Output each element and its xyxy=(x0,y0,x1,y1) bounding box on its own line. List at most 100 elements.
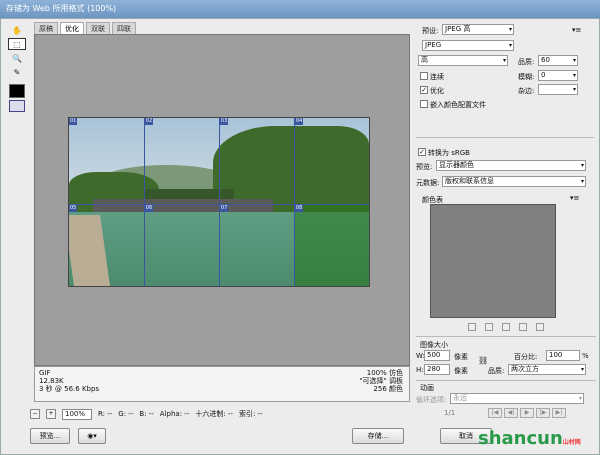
preview-label: 预览: xyxy=(416,163,433,171)
preview-value: 显示器颜色 xyxy=(439,161,474,169)
title-bar: 存储为 Web 所用格式 (100%) xyxy=(0,0,600,18)
matte-label: 杂边: xyxy=(518,87,535,95)
tab-optimized[interactable]: 优化 xyxy=(60,22,84,34)
hand-tool-icon[interactable]: ✋ xyxy=(8,24,26,36)
red-readout: R: -- xyxy=(98,410,113,418)
view-tabs: 原稿 优化 双联 四联 xyxy=(34,22,410,34)
embed-profile-checkbox[interactable] xyxy=(420,100,428,108)
slice-label[interactable]: 02 xyxy=(144,118,154,125)
zoom-in-button[interactable]: + xyxy=(46,409,56,419)
zoom-tool-icon[interactable]: 🔍 xyxy=(8,52,26,64)
link-constrain-icon[interactable]: ⛓ xyxy=(478,356,488,365)
optimized-checkbox[interactable]: ✓ xyxy=(420,86,428,94)
last-frame-icon[interactable]: ▶| xyxy=(552,408,566,418)
optimization-info: GIF 12.83K 3 秒 @ 56.6 Kbps 100% 仿色 "可选择"… xyxy=(34,366,410,402)
zoom-level-field[interactable]: 100% xyxy=(62,408,92,420)
new-color-icon[interactable] xyxy=(519,323,527,331)
optimized-label: 优化 xyxy=(430,87,444,95)
slice-label[interactable]: 07 xyxy=(219,204,229,212)
divider xyxy=(416,380,596,381)
next-frame-icon[interactable]: |▶ xyxy=(536,408,550,418)
resample-quality-value: 两次立方 xyxy=(511,365,539,373)
toolbox: ✋ ⬚ 🔍 ✎ xyxy=(4,22,30,112)
green-readout: G: -- xyxy=(118,410,134,418)
metadata-select[interactable]: 版权和联系信息 ▾ xyxy=(442,176,586,187)
quality-level-value: 高 xyxy=(421,56,428,64)
width-value: 500 xyxy=(427,351,441,359)
hex-readout: 十六进制: -- xyxy=(195,410,233,418)
preset-value: JPEG 高 xyxy=(445,25,471,33)
alpha-readout: Alpha: -- xyxy=(159,410,190,418)
blur-input[interactable]: 0 ▾ xyxy=(538,70,578,81)
chevron-down-icon: ▾ xyxy=(580,178,584,185)
web-shift-icon[interactable] xyxy=(485,323,493,331)
percent-input[interactable]: 100 xyxy=(546,350,580,361)
percent-label: 百分比: xyxy=(514,353,538,361)
color-table-menu-icon[interactable]: ▾≡ xyxy=(570,194,579,202)
quality-value: 60 xyxy=(541,56,550,64)
percent-value: 100 xyxy=(549,351,563,359)
matte-select[interactable]: ▾ xyxy=(538,84,578,95)
preset-select[interactable]: JPEG 高 ▾ xyxy=(442,24,514,35)
browser-select-button[interactable]: ◉▾ xyxy=(78,428,106,444)
slice-line xyxy=(144,118,145,286)
loop-options-select[interactable]: 永远 ▾ xyxy=(450,393,584,404)
preview-image[interactable]: 01 02 03 04 05 06 07 08 xyxy=(68,117,370,287)
info-format: GIF xyxy=(39,369,51,377)
preview-button[interactable]: 预览... xyxy=(30,428,70,444)
eyedropper-tool-icon[interactable]: ✎ xyxy=(8,66,26,78)
height-input[interactable]: 280 xyxy=(424,364,450,375)
info-dither: 100% 仿色 xyxy=(366,369,403,377)
info-palette: "可选择" 调板 xyxy=(359,377,403,385)
convert-srgb-checkbox[interactable]: ✓ xyxy=(418,148,426,156)
slice-label[interactable]: 05 xyxy=(69,204,78,212)
resample-quality-select[interactable]: 两次立方 ▾ xyxy=(508,364,586,375)
play-icon[interactable]: ▶ xyxy=(520,408,534,418)
image-size-title: 图像大小 xyxy=(420,341,448,349)
preview-select[interactable]: 显示器颜色 ▾ xyxy=(436,160,586,171)
quality-input[interactable]: 60 ▾ xyxy=(538,55,578,66)
slice-select-tool-icon[interactable]: ⬚ xyxy=(8,38,26,50)
quality-level-select[interactable]: 高 ▾ xyxy=(418,55,508,66)
delete-color-icon[interactable] xyxy=(536,323,544,331)
width-unit: 像素 xyxy=(454,353,468,361)
tab-4-up[interactable]: 四联 xyxy=(112,22,136,34)
chevron-down-icon: ▾ xyxy=(508,26,512,33)
panel-menu-icon[interactable]: ▾≡ xyxy=(572,26,581,34)
slice-label[interactable]: 01 xyxy=(69,118,78,125)
slice-label[interactable]: 06 xyxy=(144,204,154,212)
toggle-slices-visibility-icon[interactable] xyxy=(9,100,25,112)
info-time: 3 秒 @ 56.6 Kbps xyxy=(39,385,100,393)
loop-options-label: 循环选项: xyxy=(416,396,447,404)
convert-srgb-label: 转换为 sRGB xyxy=(428,149,470,157)
tab-2-up[interactable]: 双联 xyxy=(86,22,110,34)
frame-counter: 1/1 xyxy=(444,409,456,417)
eyedropper-color-swatch[interactable] xyxy=(9,84,25,98)
color-table[interactable] xyxy=(430,204,556,318)
quality-label: 品质: xyxy=(518,58,535,66)
height-value: 280 xyxy=(427,365,441,373)
previous-frame-icon[interactable]: ◀| xyxy=(504,408,518,418)
chevron-down-icon: ▾ xyxy=(502,57,506,64)
slice-line xyxy=(219,118,220,286)
zoom-out-button[interactable]: − xyxy=(30,409,40,419)
tab-original[interactable]: 原稿 xyxy=(34,22,58,34)
metadata-label: 元数据: xyxy=(416,179,440,187)
watermark-subtext: 山村网 xyxy=(562,439,581,446)
slice-line xyxy=(294,118,295,286)
chevron-down-icon: ▾ xyxy=(578,395,582,402)
chevron-down-icon: ▾ xyxy=(572,86,576,93)
preset-label: 预设: xyxy=(422,27,439,35)
format-value: JPEG xyxy=(425,41,442,49)
map-to-transparent-icon[interactable] xyxy=(468,323,476,331)
width-input[interactable]: 500 xyxy=(424,350,450,361)
save-button[interactable]: 存储... xyxy=(352,428,404,444)
lock-color-icon[interactable] xyxy=(502,323,510,331)
format-select[interactable]: JPEG ▾ xyxy=(422,40,514,51)
first-frame-icon[interactable]: |◀ xyxy=(488,408,502,418)
progressive-label: 连续 xyxy=(430,73,444,81)
slice-label[interactable]: 08 xyxy=(294,204,304,212)
slice-label[interactable]: 04 xyxy=(294,118,304,125)
progressive-checkbox[interactable] xyxy=(420,72,428,80)
slice-label[interactable]: 03 xyxy=(219,118,229,125)
